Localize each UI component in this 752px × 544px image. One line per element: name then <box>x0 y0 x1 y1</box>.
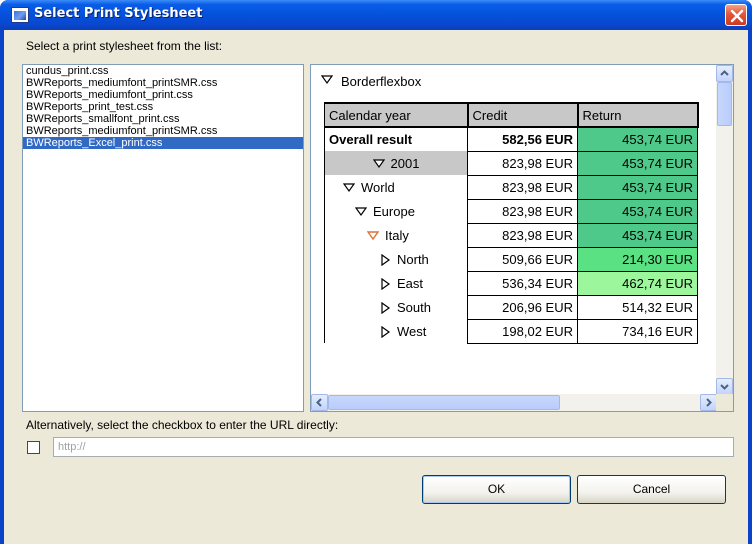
collapse-triangle-icon[interactable] <box>355 207 367 217</box>
return-cell: 453,74 EUR <box>577 222 698 248</box>
preview-horizontal-scrollbar[interactable] <box>311 394 717 411</box>
expand-triangle-icon[interactable] <box>381 326 391 339</box>
credit-cell: 823,98 EUR <box>467 174 578 200</box>
collapse-triangle-icon[interactable] <box>367 231 379 241</box>
column-header-return: Return <box>576 102 699 128</box>
list-item-stylesheet[interactable]: BWReports_mediumfont_print.css <box>23 89 303 101</box>
return-cell: 514,32 EUR <box>577 294 698 320</box>
return-cell: 462,74 EUR <box>577 270 698 296</box>
scroll-left-button[interactable] <box>311 394 328 411</box>
ok-button[interactable]: OK <box>422 475 571 504</box>
list-item-stylesheet[interactable]: BWReports_smallfont_print.css <box>23 113 303 125</box>
cancel-button[interactable]: Cancel <box>577 475 726 504</box>
year-cell[interactable]: 2001 <box>324 151 468 175</box>
table-row: Europe 823,98 EUR 453,74 EUR <box>324 198 698 224</box>
list-item-stylesheet-selected[interactable]: BWReports_Excel_print.css <box>23 137 303 149</box>
hierarchy-cell[interactable]: East <box>324 271 468 295</box>
return-cell: 453,74 EUR <box>577 174 698 200</box>
hierarchy-cell[interactable]: World <box>324 175 468 199</box>
hierarchy-cell[interactable]: Italy <box>324 223 468 247</box>
return-cell: 214,30 EUR <box>577 246 698 272</box>
table-row: North 509,66 EUR 214,30 EUR <box>324 246 698 272</box>
close-icon <box>730 9 744 23</box>
expand-triangle-icon[interactable] <box>381 302 391 315</box>
list-item-stylesheet[interactable]: BWReports_mediumfont_printSMR.css <box>23 77 303 89</box>
chevron-down-icon <box>720 384 729 390</box>
app-icon <box>11 7 29 23</box>
preview-box-title: Borderflexbox <box>341 74 422 89</box>
row-label: 2001 <box>390 155 420 171</box>
expand-triangle-icon[interactable] <box>372 159 385 169</box>
hierarchy-cell[interactable]: North <box>324 247 468 271</box>
table-row: Italy 823,98 EUR 453,74 EUR <box>324 222 698 248</box>
table-row-overall: Overall result 582,56 EUR 453,74 EUR <box>324 126 698 152</box>
return-cell: 453,74 EUR <box>577 198 698 224</box>
row-label: South <box>397 299 431 315</box>
return-cell: 734,16 EUR <box>577 318 698 344</box>
hierarchy-cell[interactable]: South <box>324 295 468 319</box>
table-row: World 823,98 EUR 453,74 EUR <box>324 174 698 200</box>
column-header-credit: Credit <box>466 102 579 128</box>
credit-cell: 823,98 EUR <box>467 150 578 176</box>
table-row: South 206,96 EUR 514,32 EUR <box>324 294 698 320</box>
window-title: Select Print Stylesheet <box>34 6 203 21</box>
credit-cell: 582,56 EUR <box>467 126 578 152</box>
credit-cell: 823,98 EUR <box>467 222 578 248</box>
close-button[interactable] <box>725 4 747 26</box>
vertical-scroll-thumb[interactable] <box>717 82 732 126</box>
chevron-up-icon <box>720 70 729 76</box>
expand-triangle-icon[interactable] <box>381 278 391 291</box>
return-cell: 453,74 EUR <box>577 126 698 152</box>
horizontal-scroll-thumb[interactable] <box>328 395 560 410</box>
enter-url-checkbox[interactable] <box>27 441 40 454</box>
credit-cell: 823,98 EUR <box>467 198 578 224</box>
credit-cell: 198,02 EUR <box>467 318 578 344</box>
chevron-left-icon <box>316 398 322 407</box>
row-label: Italy <box>385 227 409 243</box>
credit-cell: 536,34 EUR <box>467 270 578 296</box>
url-input[interactable] <box>53 437 734 457</box>
scroll-down-button[interactable] <box>716 378 733 395</box>
list-prompt-label: Select a print stylesheet from the list: <box>26 39 223 53</box>
title-bar[interactable]: Select Print Stylesheet <box>0 0 752 30</box>
hierarchy-cell[interactable]: West <box>324 319 468 343</box>
scroll-up-button[interactable] <box>716 65 733 82</box>
list-item-stylesheet[interactable]: BWReports_mediumfont_printSMR.css <box>23 125 303 137</box>
scroll-right-button[interactable] <box>700 394 717 411</box>
hierarchy-cell[interactable]: Europe <box>324 199 468 223</box>
overall-result-label: Overall result <box>324 126 468 151</box>
collapse-triangle-icon[interactable] <box>321 75 333 85</box>
list-item-stylesheet[interactable]: BWReports_print_test.css <box>23 101 303 113</box>
row-label: World <box>361 179 395 195</box>
table-row: West 198,02 EUR 734,16 EUR <box>324 318 698 344</box>
url-prompt-label: Alternatively, select the checkbox to en… <box>26 418 339 432</box>
report-table: Calendar year Credit Return Overall resu… <box>324 102 699 344</box>
table-row: 2001 823,98 EUR 453,74 EUR <box>324 150 698 176</box>
scrollbar-corner <box>716 394 733 411</box>
stylesheet-preview[interactable]: Borderflexbox Calendar year Credit Retur… <box>310 64 734 412</box>
list-item-stylesheet[interactable]: cundus_print.css <box>23 65 303 77</box>
return-cell: 453,74 EUR <box>577 150 698 176</box>
preview-vertical-scrollbar[interactable] <box>716 65 733 395</box>
expand-triangle-icon[interactable] <box>381 254 391 267</box>
credit-cell: 206,96 EUR <box>467 294 578 320</box>
chevron-right-icon <box>706 398 712 407</box>
row-label: East <box>397 275 424 291</box>
row-label: West <box>397 323 427 339</box>
row-label: Europe <box>373 203 415 219</box>
row-label: North <box>397 251 429 267</box>
table-row: East 536,34 EUR 462,74 EUR <box>324 270 698 296</box>
collapse-triangle-icon[interactable] <box>343 183 355 193</box>
column-header-calendar-year: Calendar year <box>324 102 469 128</box>
credit-cell: 509,66 EUR <box>467 246 578 272</box>
stylesheet-list[interactable]: cundus_print.css BWReports_mediumfont_pr… <box>22 64 304 412</box>
table-header-row: Calendar year Credit Return <box>324 102 699 128</box>
